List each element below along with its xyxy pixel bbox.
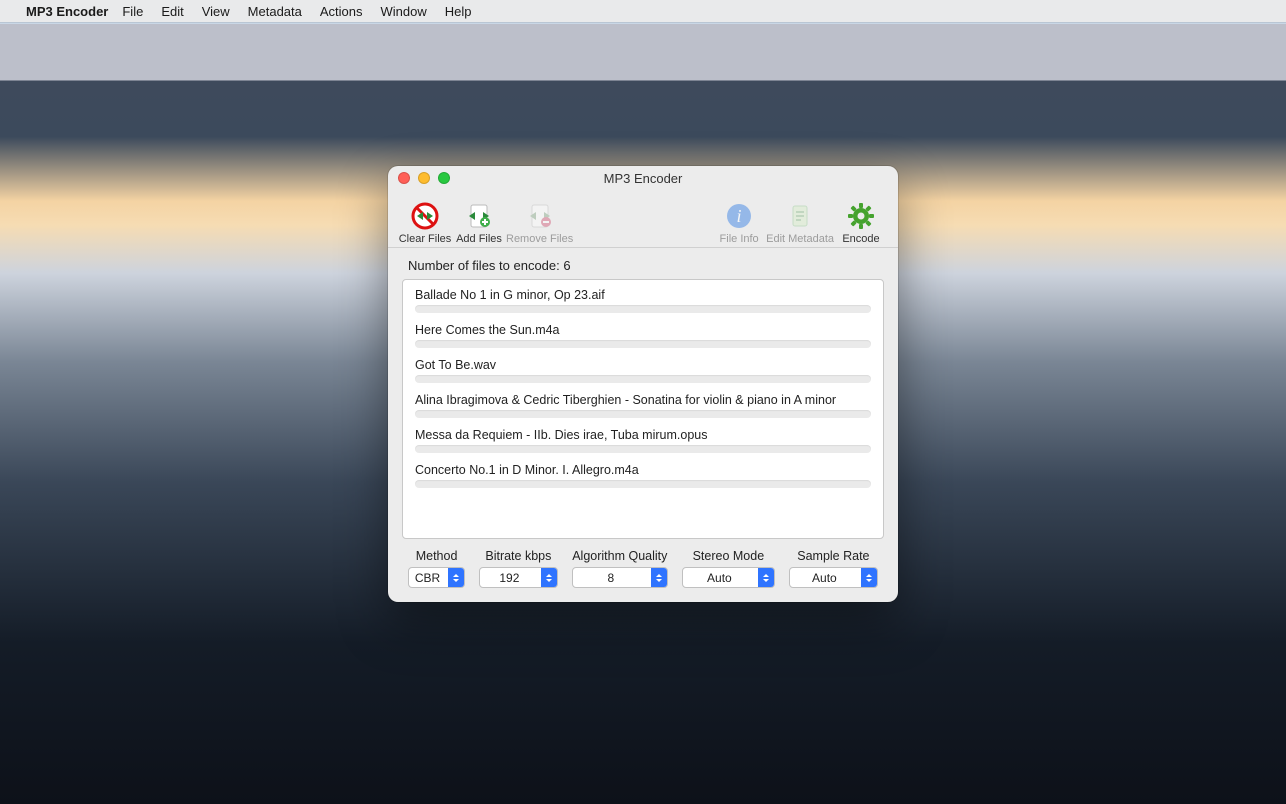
encode-button[interactable]: Encode [834,191,888,245]
minimize-icon[interactable] [418,172,430,184]
chevron-updown-icon [651,568,667,587]
file-name: Alina Ibragimova & Cedric Tiberghien - S… [415,393,871,407]
tb-label: Add Files [456,233,502,245]
menu-help[interactable]: Help [445,4,472,19]
quality-select[interactable]: 8 [572,567,668,588]
file-add-icon [464,201,494,231]
app-window: MP3 Encoder Clear Files Add Files Remove… [388,166,898,602]
close-icon[interactable] [398,172,410,184]
zoom-icon[interactable] [438,172,450,184]
bitrate-label: Bitrate kbps [485,549,551,563]
add-files-button[interactable]: Add Files [452,191,506,245]
progress-bar [415,410,871,418]
clear-files-button[interactable]: Clear Files [398,191,452,245]
file-name: Messa da Requiem - IIb. Dies irae, Tuba … [415,428,871,442]
no-entry-icon [410,201,440,231]
file-list[interactable]: Ballade No 1 in G minor, Op 23.aif Here … [402,279,884,539]
chevron-updown-icon [861,568,877,587]
info-icon: i [724,201,754,231]
traffic-lights [398,172,450,184]
file-count-label: Number of files to encode: 6 [408,258,884,273]
chevron-updown-icon [541,568,557,587]
file-name: Concerto No.1 in D Minor. I. Allegro.m4a [415,463,871,477]
stereo-control: Stereo Mode Auto [682,549,775,588]
menu-view[interactable]: View [202,4,230,19]
quality-label: Algorithm Quality [572,549,667,563]
svg-text:i: i [737,206,742,226]
encode-options: Method CBR Bitrate kbps 192 Algorithm Qu… [402,539,884,588]
method-control: Method CBR [408,549,465,588]
progress-bar [415,340,871,348]
progress-bar [415,480,871,488]
tb-label: Edit Metadata [766,233,834,245]
toolbar: Clear Files Add Files Remove Files i Fil… [388,188,898,248]
menu-actions[interactable]: Actions [320,4,363,19]
progress-bar [415,375,871,383]
select-value: CBR [415,571,440,585]
tb-label: File Info [720,233,759,245]
window-title: MP3 Encoder [604,171,683,186]
menu-file[interactable]: File [122,4,143,19]
chevron-updown-icon [448,568,464,587]
progress-bar [415,305,871,313]
tb-label: Remove Files [506,233,573,245]
menu-edit[interactable]: Edit [161,4,183,19]
chevron-updown-icon [758,568,774,587]
edit-metadata-icon [785,201,815,231]
select-value: Auto [812,571,837,585]
progress-bar [415,445,871,453]
select-value: 192 [499,571,519,585]
samplerate-control: Sample Rate Auto [789,549,878,588]
tb-label: Encode [842,233,879,245]
list-item[interactable]: Got To Be.wav [409,354,877,389]
samplerate-select[interactable]: Auto [789,567,878,588]
menu-window[interactable]: Window [381,4,427,19]
stereo-label: Stereo Mode [693,549,765,563]
list-item[interactable]: Ballade No 1 in G minor, Op 23.aif [409,284,877,319]
stereo-select[interactable]: Auto [682,567,775,588]
gear-run-icon [846,201,876,231]
menu-metadata[interactable]: Metadata [248,4,302,19]
bitrate-control: Bitrate kbps 192 [479,549,558,588]
list-item[interactable]: Here Comes the Sun.m4a [409,319,877,354]
menubar-app-name[interactable]: MP3 Encoder [26,4,108,19]
bitrate-select[interactable]: 192 [479,567,558,588]
method-select[interactable]: CBR [408,567,465,588]
menubar: MP3 Encoder File Edit View Metadata Acti… [0,0,1286,22]
titlebar[interactable]: MP3 Encoder [388,166,898,188]
tb-label: Clear Files [399,233,452,245]
select-value: Auto [707,571,732,585]
file-remove-icon [525,201,555,231]
method-label: Method [416,549,458,563]
list-item[interactable]: Alina Ibragimova & Cedric Tiberghien - S… [409,389,877,424]
list-item[interactable]: Messa da Requiem - IIb. Dies irae, Tuba … [409,424,877,459]
remove-files-button: Remove Files [506,191,573,245]
edit-metadata-button: Edit Metadata [766,191,834,245]
select-value: 8 [607,571,614,585]
file-info-button: i File Info [712,191,766,245]
file-name: Ballade No 1 in G minor, Op 23.aif [415,288,871,302]
file-name: Got To Be.wav [415,358,871,372]
file-name: Here Comes the Sun.m4a [415,323,871,337]
window-body: Number of files to encode: 6 Ballade No … [388,248,898,602]
list-item[interactable]: Concerto No.1 in D Minor. I. Allegro.m4a [409,459,877,494]
quality-control: Algorithm Quality 8 [572,549,668,588]
samplerate-label: Sample Rate [797,549,869,563]
